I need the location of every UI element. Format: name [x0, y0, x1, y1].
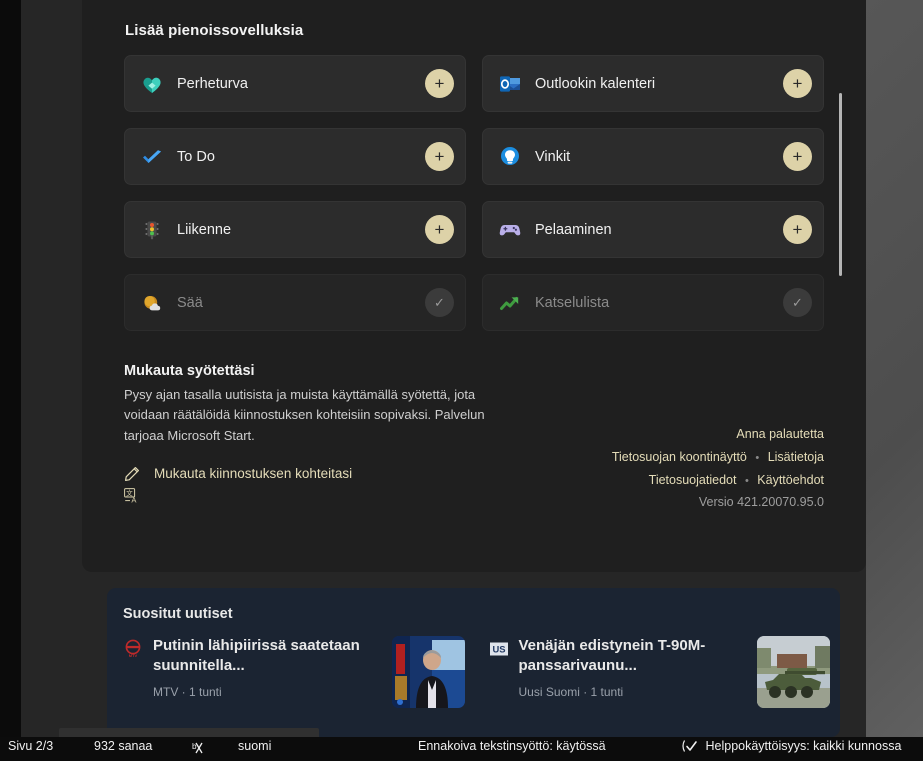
- link-separator: •: [755, 451, 760, 464]
- accessibility-check-icon[interactable]: Helppokäyttöisyys: kaikki kunnossa: [680, 739, 901, 753]
- learn-more-link[interactable]: Lisätietoja: [768, 450, 824, 464]
- panel-scrollbar-thumb[interactable]: [839, 93, 842, 276]
- news-meta: MTV · 1 tunti: [153, 684, 222, 699]
- svg-text:MTV: MTV: [129, 653, 138, 658]
- status-accessibility-label: Helppokäyttöisyys: kaikki kunnossa: [705, 739, 902, 753]
- widget-label: Vinkit: [535, 148, 571, 165]
- watchlist-chart-icon: [499, 292, 521, 314]
- widget-added-button[interactable]: ✓: [783, 288, 812, 317]
- uusi-suomi-logo-icon: US: [489, 639, 509, 659]
- personalize-title: Mukauta syötettäsi: [124, 363, 255, 379]
- page-title: Lisää pienoissovelluksia: [125, 22, 304, 39]
- tips-lightbulb-icon: [499, 146, 521, 168]
- widget-label: Pelaaminen: [535, 221, 612, 238]
- version-label: Versio 421.20070.95.0: [698, 495, 824, 510]
- widget-label: Perheturva: [177, 75, 248, 92]
- status-word-count[interactable]: 932 sanaa: [94, 739, 152, 753]
- popular-news-card: Suositut uutiset MTV Putinin lähipiiriss…: [107, 588, 840, 737]
- left-gutter: [0, 0, 21, 737]
- news-item-text: Putinin lähipiirissä saatetaan suunnitel…: [153, 636, 384, 699]
- widget-card-katselulista[interactable]: Katselulista ✓: [482, 274, 824, 331]
- personalize-feed-section: Mukauta syötettäsi Pysy ajan tasalla uut…: [124, 363, 544, 504]
- widget-label: Outlookin kalenteri: [535, 75, 656, 92]
- svg-text:A: A: [131, 495, 137, 503]
- news-item[interactable]: MTV Putinin lähipiirissä saatetaan suunn…: [123, 636, 465, 708]
- weather-icon: [141, 292, 163, 314]
- traffic-light-icon: [141, 219, 163, 241]
- widget-card-to-do[interactable]: To Do +: [124, 128, 466, 185]
- add-widget-button[interactable]: +: [425, 142, 454, 171]
- status-predictive-text[interactable]: Ennakoiva tekstinsyöttö: käytössä: [418, 739, 606, 753]
- terms-of-use-link[interactable]: Käyttöehdot: [757, 473, 824, 487]
- widget-card-vinkit[interactable]: Vinkit +: [482, 128, 824, 185]
- privacy-statement-link[interactable]: Tietosuojatiedot: [649, 473, 737, 487]
- add-widget-button[interactable]: +: [783, 69, 812, 98]
- status-language[interactable]: suomi: [238, 739, 271, 753]
- language-translate-icon[interactable]: 文 A: [124, 487, 142, 504]
- news-items-row: MTV Putinin lähipiirissä saatetaan suunn…: [123, 636, 830, 708]
- widget-label: Sää: [177, 294, 203, 311]
- widget-label: To Do: [177, 148, 215, 165]
- add-widget-button[interactable]: +: [783, 142, 812, 171]
- news-thumbnail: [391, 636, 465, 708]
- mtv-logo-icon: MTV: [123, 639, 143, 659]
- news-meta: Uusi Suomi · 1 tunti: [518, 684, 624, 699]
- news-thumbnail: [757, 636, 830, 708]
- add-widget-button[interactable]: +: [783, 215, 812, 244]
- widget-added-button[interactable]: ✓: [425, 288, 454, 317]
- widget-card-pelaaminen[interactable]: Pelaaminen +: [482, 201, 824, 258]
- widget-label: Liikenne: [177, 221, 232, 238]
- privacy-dashboard-link[interactable]: Tietosuojan koontinäyttö: [612, 450, 747, 464]
- widget-card-outlook-calendar[interactable]: Outlookin kalenteri +: [482, 55, 824, 112]
- gaming-controller-icon: [499, 219, 521, 241]
- screen-root: Lisää pienoissovelluksia Perheturva + Ou…: [0, 0, 923, 761]
- news-headline: Venäjän edistynein T-90M-panssarivaunu..…: [518, 637, 706, 674]
- feedback-link[interactable]: Anna palautetta: [736, 427, 824, 441]
- widget-card-saa[interactable]: Sää ✓: [124, 274, 466, 331]
- personalize-interests-link[interactable]: Mukauta kiinnostuksen kohteitasi: [124, 466, 544, 482]
- news-item[interactable]: US Venäjän edistynein T-90M-panssarivaun…: [489, 636, 830, 708]
- widgets-flyout-panel: Lisää pienoissovelluksia Perheturva + Ou…: [82, 0, 866, 572]
- link-separator: •: [744, 474, 749, 487]
- widget-label: Katselulista: [535, 294, 610, 311]
- widget-card-liikenne[interactable]: Liikenne +: [124, 201, 466, 258]
- svg-text:US: US: [492, 644, 505, 655]
- family-safety-icon: [141, 73, 163, 95]
- status-page-number[interactable]: Sivu 2/3: [8, 739, 53, 753]
- to-do-icon: [141, 146, 163, 168]
- personalize-description: Pysy ajan tasalla uutisista ja muista kä…: [124, 387, 485, 443]
- word-status-bar: Sivu 2/3 932 sanaa ᵇ suomi Ennakoiva tek…: [0, 737, 923, 761]
- news-headline: Putinin lähipiirissä saatetaan suunnitel…: [153, 637, 360, 674]
- add-widget-button[interactable]: +: [425, 215, 454, 244]
- outlook-calendar-icon: [499, 73, 521, 95]
- news-section-title: Suositut uutiset: [123, 606, 233, 622]
- pencil-icon: [125, 466, 139, 481]
- personalize-interests-label: Mukauta kiinnostuksen kohteitasi: [154, 466, 353, 482]
- widget-card-perheturva[interactable]: Perheturva +: [124, 55, 466, 112]
- proofing-errors-icon[interactable]: ᵇ: [192, 739, 212, 758]
- panel-footer-links: Anna palautetta Tietosuojan koontinäyttö…: [612, 423, 824, 514]
- add-widget-button[interactable]: +: [425, 69, 454, 98]
- news-item-text: Venäjän edistynein T-90M-panssarivaunu..…: [519, 636, 750, 699]
- widget-grid: Perheturva + Outlookin kalenteri + To Do…: [124, 55, 824, 331]
- document-surface: [866, 0, 923, 737]
